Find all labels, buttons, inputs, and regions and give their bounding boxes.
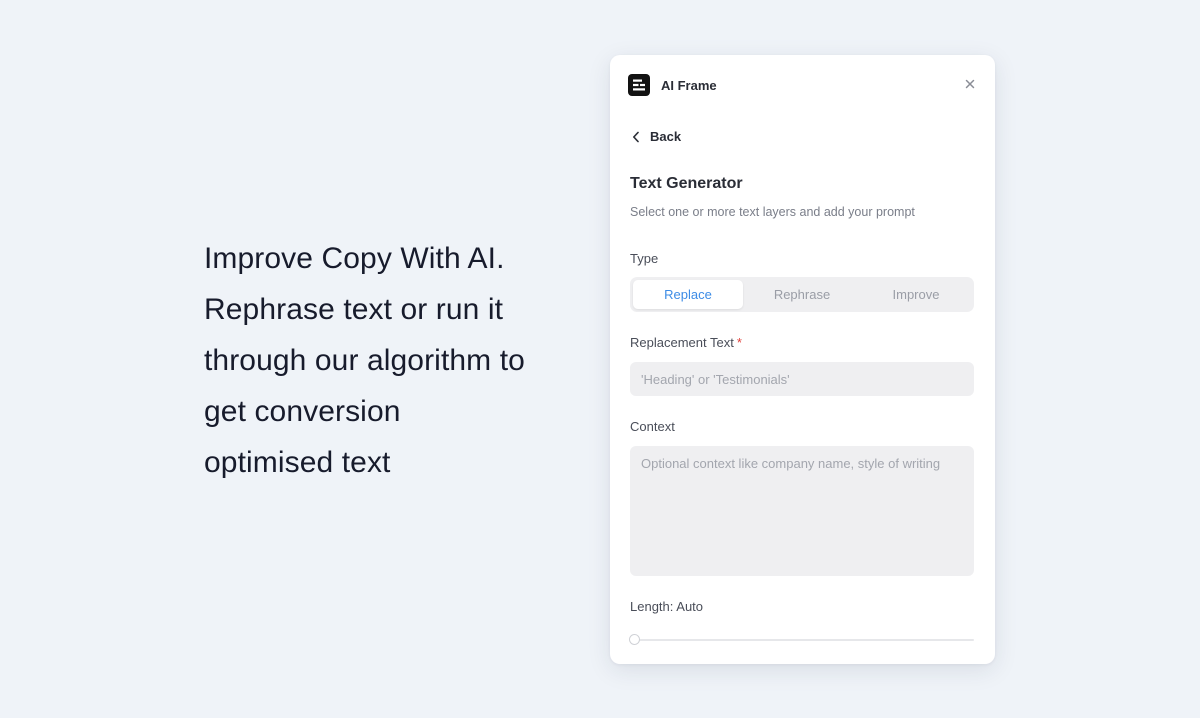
headline-line-4: get conversion <box>204 395 401 428</box>
close-button[interactable] <box>963 77 977 91</box>
ai-frame-panel: AI Frame Back Text Generator Select one … <box>610 55 995 664</box>
ai-frame-logo-icon <box>628 74 650 96</box>
headline-line-5: optimised text <box>204 446 391 479</box>
type-option-rephrase[interactable]: Rephrase <box>743 280 861 309</box>
replacement-text-label-text: Replacement Text <box>630 335 734 350</box>
length-slider-thumb[interactable] <box>629 634 640 645</box>
type-label: Type <box>630 251 659 266</box>
replacement-text-label: Replacement Text * <box>630 335 742 350</box>
headline-line-3: through our algorithm to <box>204 344 525 377</box>
required-mark: * <box>736 335 742 350</box>
type-segmented-control: Replace Rephrase Improve <box>630 277 974 312</box>
panel-header: AI Frame <box>628 74 717 96</box>
type-option-improve[interactable]: Improve <box>861 280 971 309</box>
length-label: Length: Auto <box>630 599 704 614</box>
chevron-left-icon <box>633 131 639 142</box>
close-icon <box>965 79 975 89</box>
type-option-replace[interactable]: Replace <box>633 280 743 309</box>
panel-subtitle: Select one or more text layers and add y… <box>630 205 915 219</box>
headline-line-2: Rephrase text or run it <box>204 293 504 326</box>
back-button[interactable]: Back <box>632 129 681 144</box>
marketing-headline: Improve Copy With AI. Rephrase text or r… <box>204 233 584 488</box>
context-label: Context <box>630 419 675 434</box>
panel-title: Text Generator <box>630 175 743 192</box>
length-slider-track[interactable] <box>636 639 974 641</box>
back-label: Back <box>650 129 682 144</box>
headline-line-1: Improve Copy With AI. <box>204 242 505 275</box>
app-title: AI Frame <box>661 77 717 93</box>
replacement-text-input[interactable] <box>630 362 974 396</box>
context-textarea[interactable] <box>630 446 974 576</box>
